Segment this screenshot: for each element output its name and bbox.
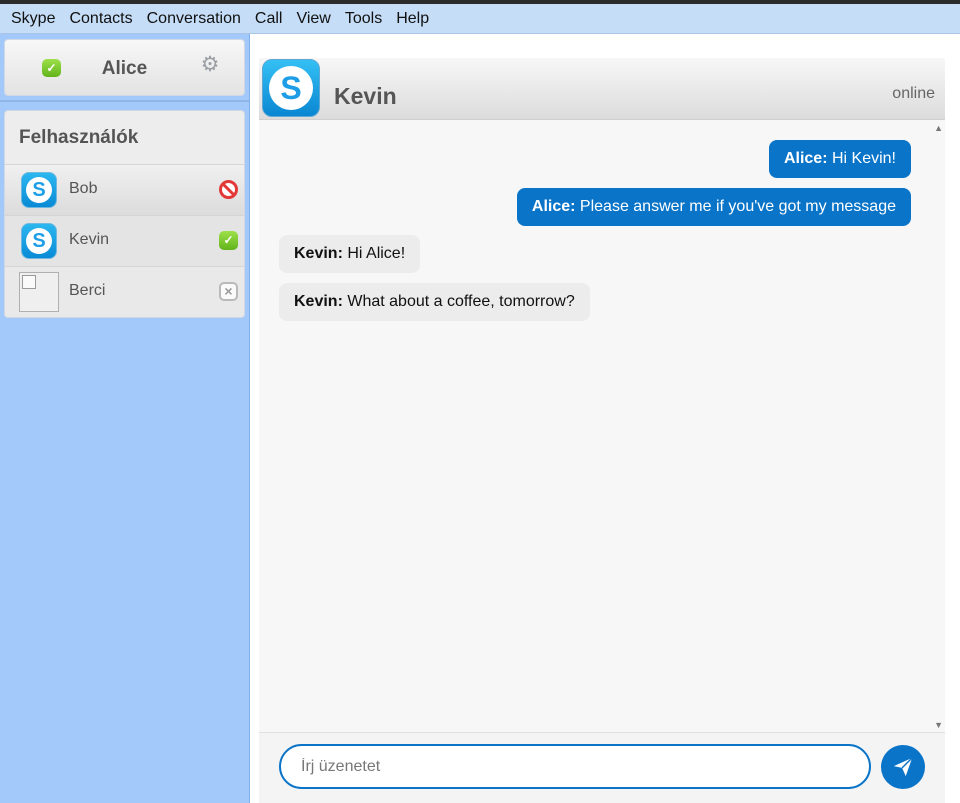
broken-image-icon [19,272,59,312]
sidebar: ✓ Alice ⚙ Felhasználók S Bob S Kevin ✓ B… [0,34,250,803]
message-bubble-outgoing: Alice: Please answer me if you've got my… [516,188,911,226]
message-text: Hi Kevin! [827,150,896,167]
user-name: Bob [69,180,98,197]
menu-tools[interactable]: Tools [338,5,389,33]
conversation-pane: S Kevin online ▲ Alice: Hi Kevin! Alice:… [251,34,960,803]
message-text: What about a coffee, tomorrow? [342,293,575,310]
message-sender: Kevin: [294,245,343,262]
message-input[interactable] [279,744,871,789]
offline-x-icon: × [219,282,238,301]
blocked-icon [219,180,238,199]
message-bubble-incoming: Kevin: What about a coffee, tomorrow? [279,283,590,321]
skype-logo-icon: S [21,172,57,208]
contact-name: Kevin [334,83,397,109]
paper-plane-icon [893,757,913,777]
message-text: Please answer me if you've got my messag… [575,198,896,215]
users-title: Felhasználók [19,127,139,148]
message-bubble-incoming: Kevin: Hi Alice! [279,235,421,273]
scroll-down-arrow-icon[interactable]: ▼ [934,720,943,730]
menu-help[interactable]: Help [389,5,436,33]
menu-call[interactable]: Call [248,5,290,33]
message-composer [259,732,945,803]
user-item-berci[interactable]: Berci × [5,266,244,317]
sidebar-divider [0,100,249,102]
menu-view[interactable]: View [289,5,337,33]
conversation-header: S Kevin online [259,58,945,120]
send-button[interactable] [881,745,925,789]
online-check-icon: ✓ [219,231,238,250]
user-name: Kevin [69,231,110,248]
message-text: Hi Alice! [342,245,406,262]
skype-logo-icon: S [262,59,320,117]
user-item-kevin[interactable]: S Kevin ✓ [5,215,244,266]
menu-skype[interactable]: Skype [4,5,62,33]
message-sender: Kevin: [294,293,343,310]
profile-card: ✓ Alice ⚙ [4,39,245,96]
menu-bar: Skype Contacts Conversation Call View To… [0,4,960,34]
menu-conversation[interactable]: Conversation [140,5,248,33]
menu-contacts[interactable]: Contacts [62,5,139,33]
gear-icon[interactable]: ⚙ [199,54,221,76]
message-list[interactable]: ▲ Alice: Hi Kevin! Alice: Please answer … [259,120,945,732]
message-bubble-outgoing: Alice: Hi Kevin! [768,140,911,178]
users-panel: Felhasználók S Bob S Kevin ✓ Berci × [4,110,245,318]
skype-logo-icon: S [21,223,57,259]
user-item-bob[interactable]: S Bob [5,164,244,215]
scroll-up-arrow-icon[interactable]: ▲ [934,123,943,133]
user-name: Berci [69,282,106,299]
contact-status: online [892,85,935,102]
message-sender: Alice: [531,198,576,215]
message-sender: Alice: [783,150,828,167]
